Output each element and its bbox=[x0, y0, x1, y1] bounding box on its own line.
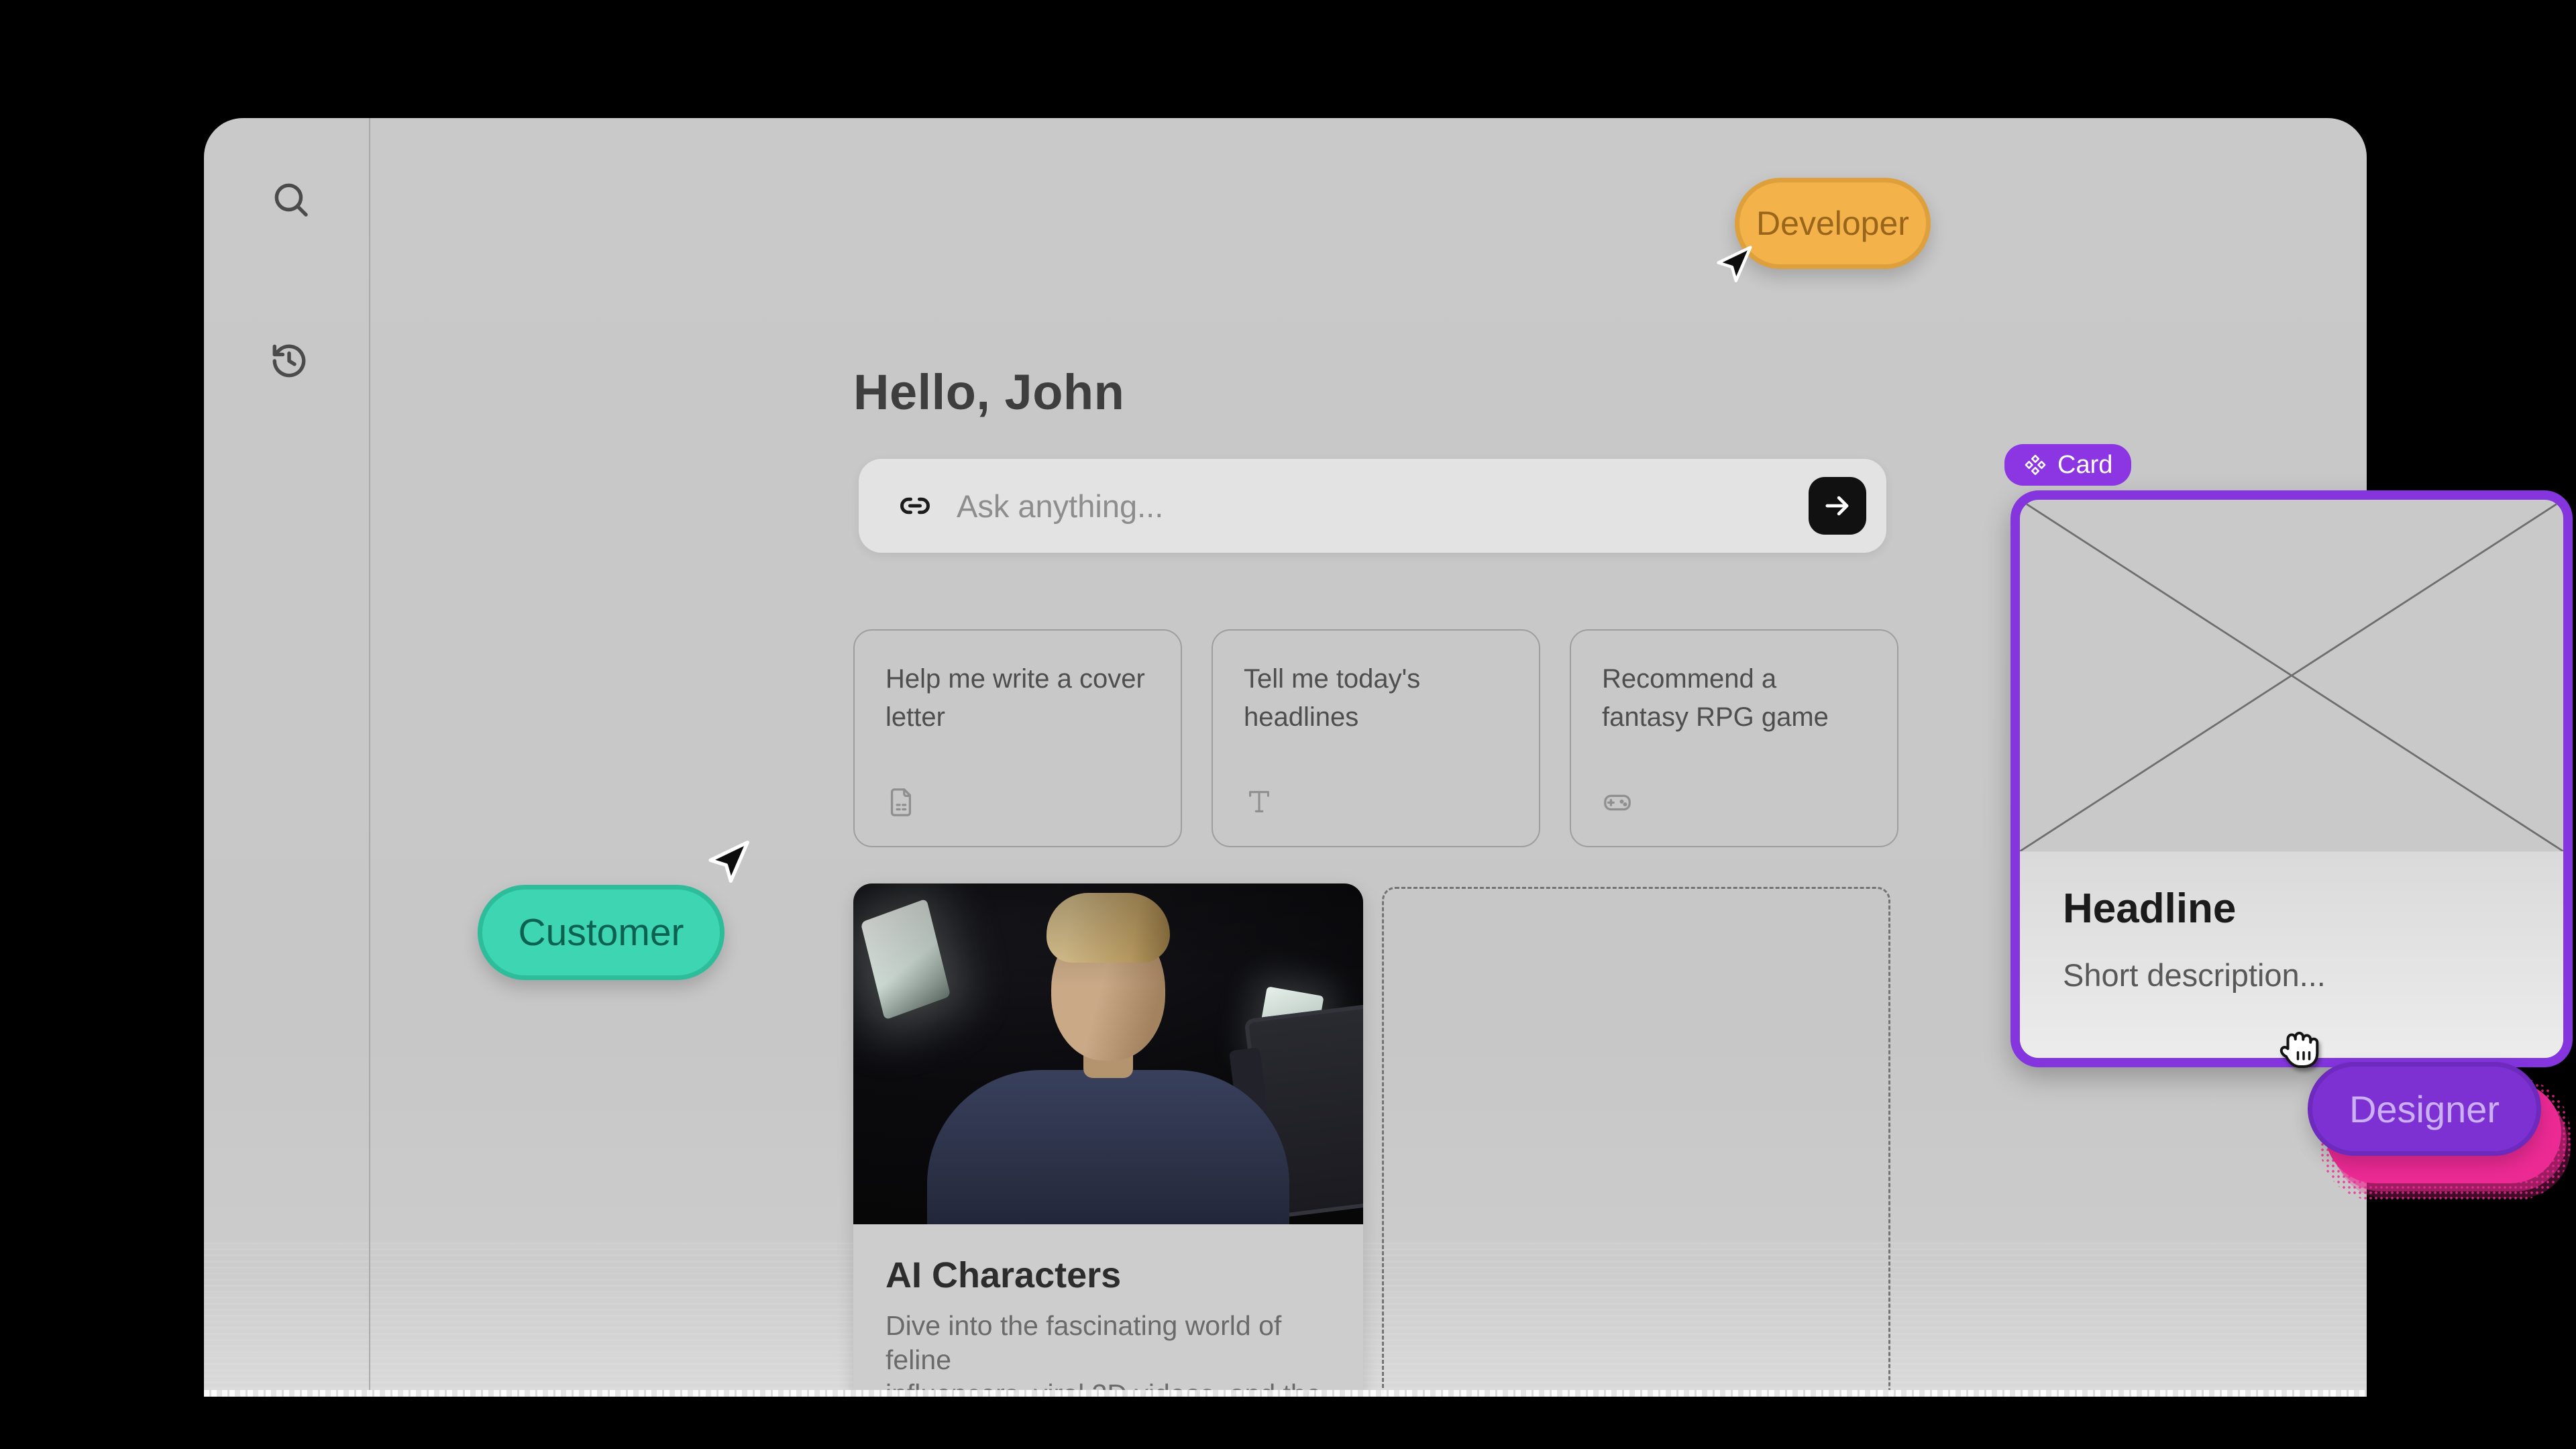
text-tool-icon bbox=[1244, 787, 1275, 818]
arrow-right-icon bbox=[1820, 488, 1855, 523]
collab-cursor-label-customer: Customer bbox=[478, 885, 724, 980]
suggestion-label: Recommend a fantasy RPG game bbox=[1602, 664, 1829, 732]
suggestion-label: Tell me today's headlines bbox=[1244, 664, 1420, 732]
collab-cursor-label-designer: Designer bbox=[2308, 1062, 2541, 1156]
content-card-ai-characters[interactable]: AI Characters Dive into the fascinating … bbox=[853, 883, 1363, 1397]
developer-cursor-icon bbox=[1712, 243, 1755, 286]
suggestion-row: Help me write a cover letter Tell me tod… bbox=[853, 629, 1898, 847]
image-placeholder bbox=[2020, 500, 2563, 851]
suggestion-card-rpg-game[interactable]: Recommend a fantasy RPG game bbox=[1570, 629, 1898, 847]
developer-label: Developer bbox=[1756, 204, 1909, 243]
collab-cursor-label-developer: Developer bbox=[1735, 178, 1931, 269]
card-title: AI Characters bbox=[885, 1254, 1331, 1297]
page-title: Hello, John bbox=[853, 364, 1124, 421]
send-button[interactable] bbox=[1809, 477, 1866, 535]
photo-shade bbox=[853, 883, 1363, 1224]
component-badge-label: Card bbox=[2057, 451, 2112, 480]
component-headline: Headline bbox=[2063, 887, 2563, 931]
file-icon bbox=[885, 787, 916, 818]
designer-label: Designer bbox=[2349, 1087, 2500, 1131]
link-icon bbox=[898, 488, 932, 523]
component-description: Short description... bbox=[2063, 957, 2563, 994]
component-badge: Card bbox=[2004, 444, 2131, 486]
sidebar-divider bbox=[369, 118, 370, 1397]
history-icon[interactable] bbox=[268, 340, 310, 382]
suggestion-label: Help me write a cover letter bbox=[885, 664, 1145, 732]
customer-cursor-icon bbox=[703, 837, 753, 887]
ask-input-placeholder: Ask anything... bbox=[957, 488, 1809, 525]
drop-placeholder[interactable] bbox=[1382, 887, 1890, 1397]
ask-input[interactable]: Ask anything... bbox=[859, 459, 1886, 553]
designer-grab-cursor-icon bbox=[2273, 1022, 2326, 1077]
card-description: Dive into the fascinating world of felin… bbox=[885, 1309, 1331, 1397]
gamepad-icon bbox=[1602, 787, 1633, 818]
search-icon[interactable] bbox=[270, 178, 311, 220]
ai-characters-photo bbox=[853, 883, 1363, 1224]
component-icon bbox=[2023, 453, 2047, 477]
component-card[interactable]: Headline Short description... bbox=[2010, 490, 2573, 1067]
suggestion-card-headlines[interactable]: Tell me today's headlines bbox=[1212, 629, 1540, 847]
suggestion-card-cover-letter[interactable]: Help me write a cover letter bbox=[853, 629, 1182, 847]
customer-label: Customer bbox=[518, 910, 684, 955]
